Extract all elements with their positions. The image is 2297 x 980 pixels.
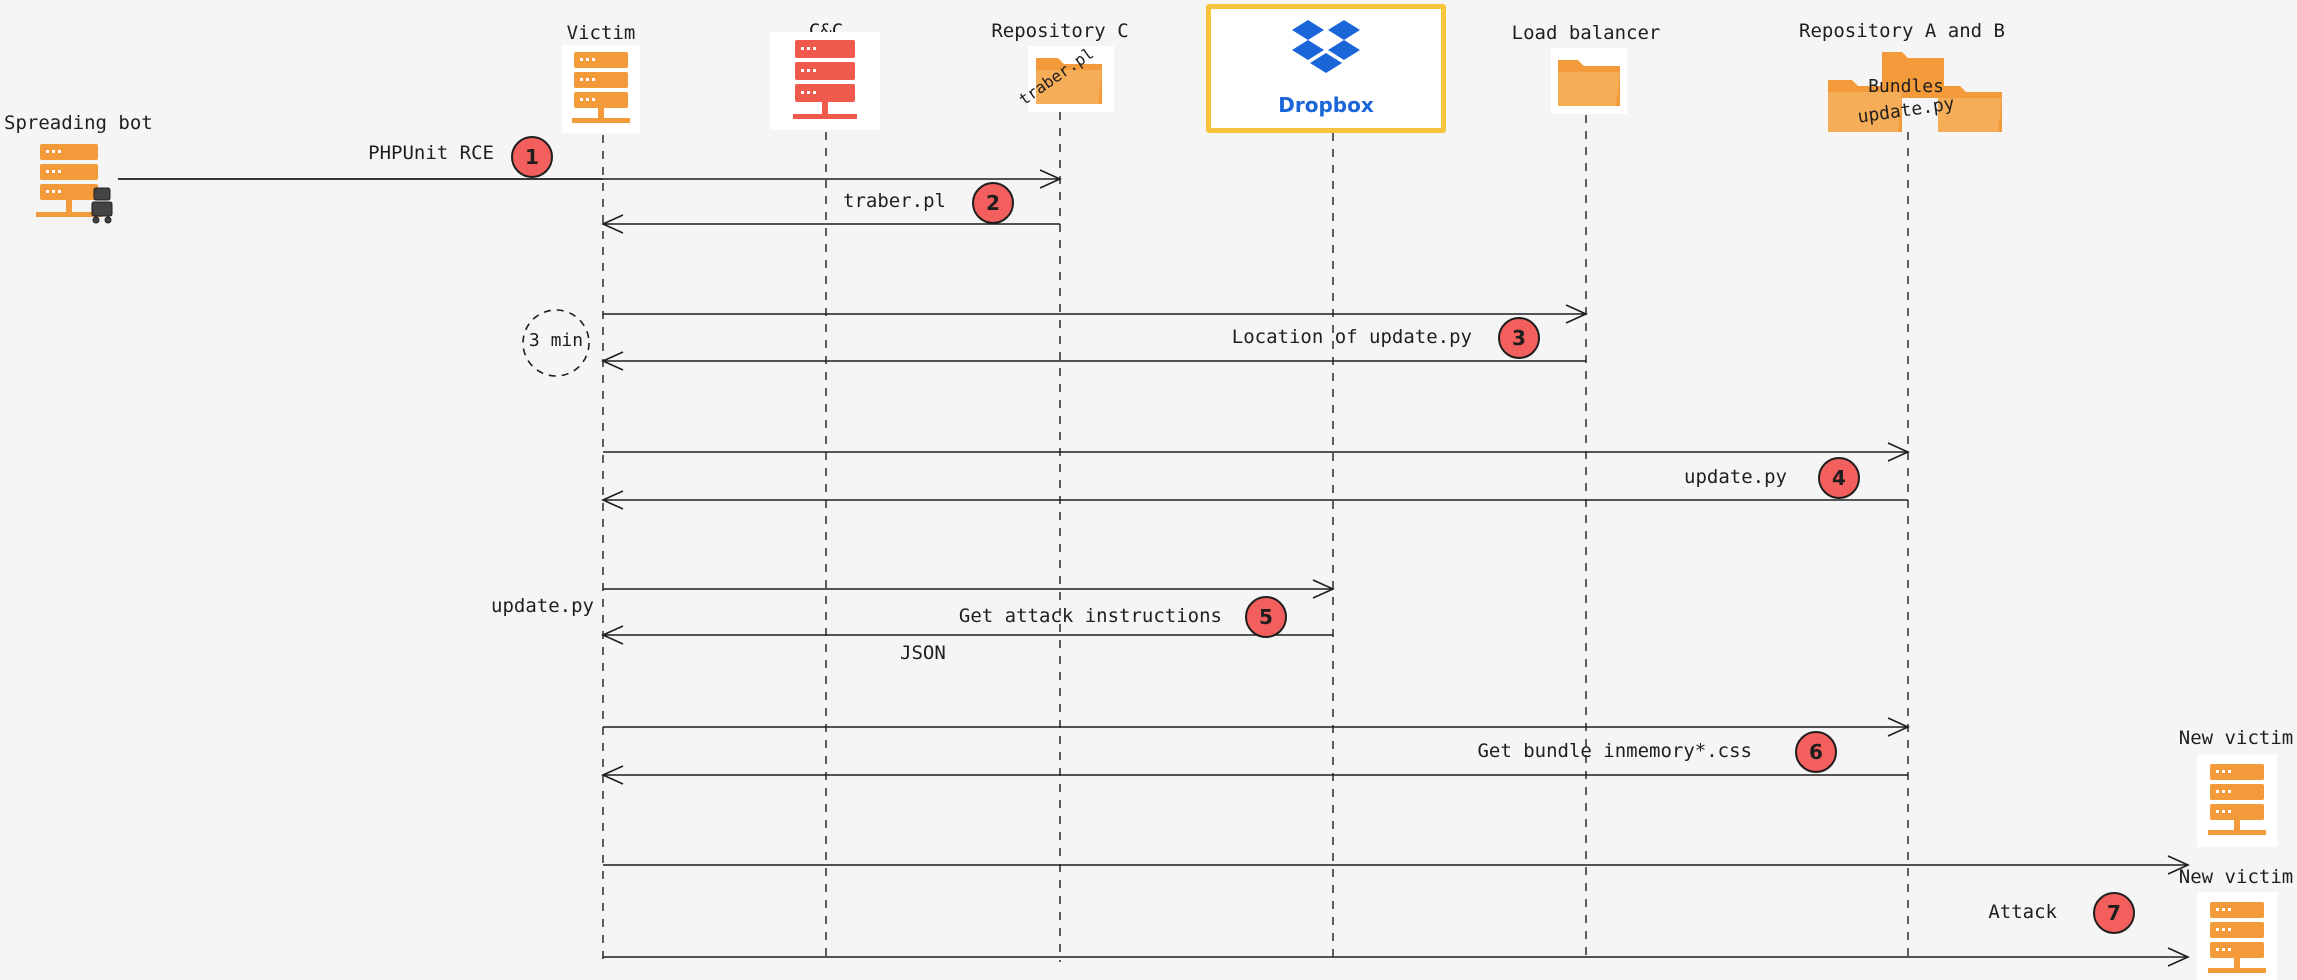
new-victim-2-server-icon [2208,902,2266,973]
step-badge-2: 2 [972,182,1014,224]
participant-victim: Victim [566,22,636,44]
message-7-label: Attack [1988,901,2057,923]
participant-load-balancer: Load balancer [1511,22,1661,44]
repo-ab-bundles-label: Bundles [1868,76,1944,97]
new-victim-1-server-icon [2208,764,2266,835]
participant-dropbox: Dropbox [1278,93,1374,117]
victim-server-icon [572,52,630,123]
participant-repo-c: Repository C [991,20,1129,42]
message-5-reply-label: JSON [900,642,946,664]
message-2-label: traber.pl [843,190,946,212]
sequence-diagram [118,112,2190,967]
cnc-server-icon [793,40,857,119]
step-badge-7: 7 [2093,892,2135,934]
load-balancer-folder-icon [1558,60,1620,106]
message-1-label: PHPUnit RCE [368,142,494,164]
step-badge-6: 6 [1795,731,1837,773]
message-4-label: update.py [1684,466,1787,488]
step-badge-5: 5 [1245,596,1287,638]
step-badge-3: 3 [1498,317,1540,359]
step-badge-1: 1 [511,136,553,178]
timer-label: 3 min [528,330,584,351]
participant-new-victim-1: New victim [2178,727,2294,749]
participant-new-victim-2: New victim [2178,866,2294,888]
message-5-label: Get attack instructions [958,605,1222,627]
dropbox-icon [1292,20,1360,73]
spreading-bot-server-icon [36,144,113,224]
message-3-label: Location of update.py [1231,326,1472,348]
step-badge-4: 4 [1818,457,1860,499]
message-6-label: Get bundle inmemory*.css [1477,740,1752,762]
participant-spreading-bot: Spreading bot [4,112,153,134]
participant-repo-ab: Repository A and B [1799,20,2005,42]
message-5-side-label: update.py [491,595,594,617]
